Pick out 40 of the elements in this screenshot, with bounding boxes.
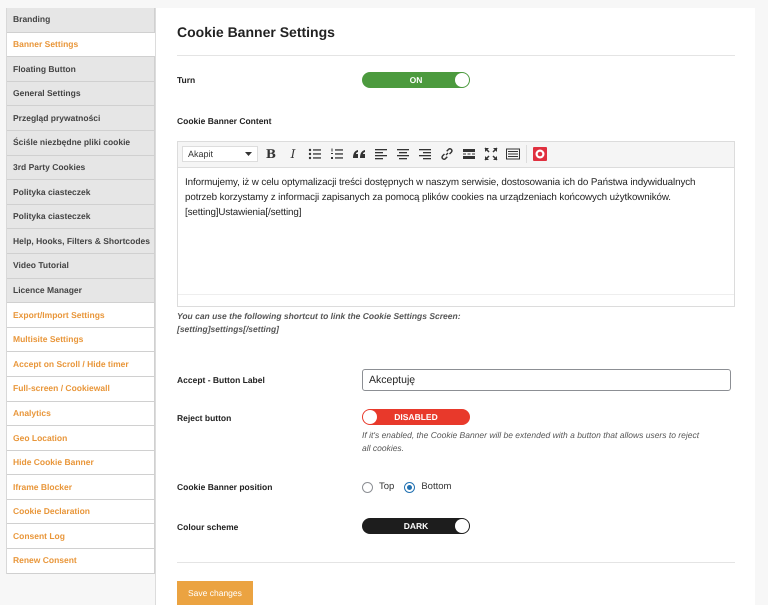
sidebar-item[interactable]: Branding: [7, 8, 155, 33]
sidebar-item[interactable]: Przegląd prywatności: [7, 106, 155, 131]
field-label: Colour scheme: [177, 521, 240, 534]
help-text: If it's enabled, the Cookie Banner will be extended with a button that allows users to reject all cookies.: [362, 429, 700, 455]
fullscreen-icon[interactable]: [483, 146, 499, 162]
toggle-switch[interactable]: ON: [362, 72, 470, 88]
caret-icon: [245, 152, 252, 156]
input-field[interactable]: Akceptuję: [362, 369, 731, 391]
align-right-icon[interactable]: [417, 146, 433, 162]
format-button[interactable]: I: [284, 145, 302, 164]
help-text: [setting]settings[/setting]: [177, 323, 280, 336]
sidebar-item[interactable]: Ściśle niezbędne pliki cookie: [7, 130, 155, 156]
field-label: Cookie Banner position: [177, 481, 274, 494]
keyboard-icon[interactable]: [505, 146, 521, 162]
radio-option[interactable]: Top: [362, 480, 394, 494]
sidebar-item[interactable]: Floating Button: [7, 57, 155, 82]
field-label: Reject button: [177, 412, 232, 425]
sidebar-item[interactable]: Licence Manager: [7, 278, 155, 304]
sidebar-item[interactable]: Polityka ciasteczek: [7, 180, 155, 205]
toggle-switch[interactable]: DARK: [362, 518, 470, 534]
link-icon[interactable]: [439, 146, 455, 162]
help-text: You can use the following shortcut to link the Cookie Settings Screen:: [177, 310, 462, 323]
editor-text[interactable]: [setting]Ustawienia[/setting]: [185, 204, 727, 220]
sidebar-item[interactable]: Help, Hooks, Filters & Shortcodes: [7, 229, 155, 254]
editor-text[interactable]: Informujemy, iż w celu optymalizacji treści dostępnych w naszym serwisie, dostosowania ich do Państwa indywidualnych potrzeb korzystamy z informacji zapisanych za pomocą plików cookies na urządzeniach końcowych użytkowników.: [185, 174, 727, 205]
sidebar-item[interactable]: Polityka ciasteczek: [7, 204, 155, 230]
format-dropdown[interactable]: Akapit: [182, 146, 258, 162]
align-center-icon[interactable]: [395, 146, 411, 162]
sidebar-item[interactable]: General Settings: [7, 82, 155, 106]
radio-option[interactable]: Bottom: [404, 480, 452, 494]
page-title: Cookie Banner Settings: [177, 22, 735, 56]
sidebar-item[interactable]: Video Tutorial: [7, 254, 155, 279]
plugin-icon[interactable]: [532, 146, 548, 162]
toggle-switch[interactable]: DISABLED: [362, 409, 470, 425]
field-label: Accept - Button Label: [177, 374, 266, 386]
field-label: Turn: [177, 74, 196, 86]
sidebar-item[interactable]: 3rd Party Cookies: [7, 156, 155, 180]
section-label: Cookie Banner Content: [177, 115, 272, 128]
align-left-icon[interactable]: [373, 146, 389, 162]
format-button[interactable]: B: [262, 145, 280, 164]
